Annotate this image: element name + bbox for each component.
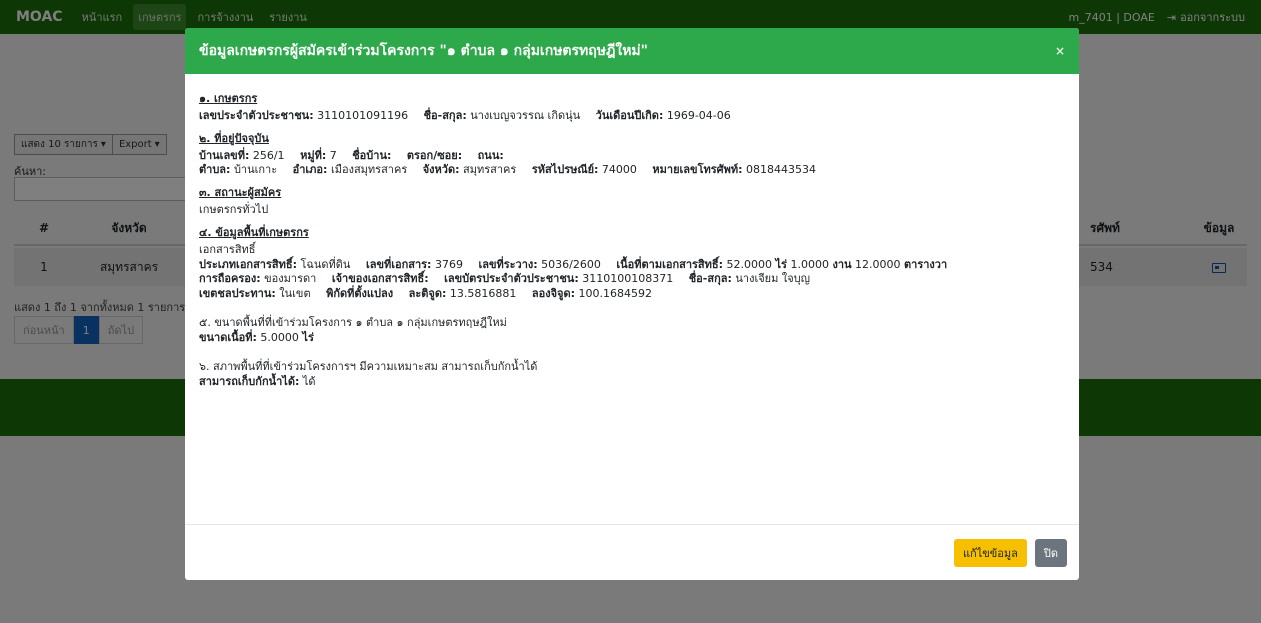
water-label: สามารถเก็บกักน้ำได้: — [199, 374, 300, 388]
size-label: ขนาดเนื้อที่: — [199, 330, 257, 344]
land-line-3: เขตชลประทาน: ในเขต พิกัดที่ตั้งแปลง ละติ… — [199, 287, 1065, 302]
irrigation-label: เขตชลประทาน: — [199, 287, 276, 301]
modal-body: ๑. เกษตรกร เลขประจำตัวประชาชน: 311010109… — [185, 74, 1079, 524]
phone-value: 0818443534 — [746, 163, 817, 177]
owner-id-value: 3110100108371 — [582, 272, 674, 286]
holding-label: การถือครอง: — [199, 272, 261, 286]
village-label: ชื่อบ้าน: — [352, 148, 392, 162]
land-line-2: การถือครอง: ของมารดา เจ้าของเอกสารสิทธิ์… — [199, 272, 1065, 287]
tambon-label: ตำบล: — [199, 163, 231, 177]
coord-label: พิกัดที่ตั้งแปลง — [326, 287, 394, 301]
section-suitability-title: ๖. สภาพพื้นที่ที่เข้าร่วมโครงการฯ มีความ… — [199, 359, 538, 373]
farmer-info-line: เลขประจำตัวประชาชน: 3110101091196 ชื่อ-ส… — [199, 109, 1065, 124]
alley-label: ตรอก/ซอย: — [406, 148, 463, 162]
name-label: ชื่อ-สกุล: — [423, 108, 467, 122]
survey-label: เลขที่ระวาง: — [478, 257, 538, 271]
holding-value: ของมารดา — [264, 272, 317, 286]
close-icon[interactable]: × — [1055, 44, 1065, 58]
lat-label: ละติจูด: — [408, 287, 447, 301]
area-ngan-value: 1.0000 — [790, 257, 829, 271]
modal-footer: แก้ไขข้อมูล ปิด — [185, 524, 1079, 580]
water-line: สามารถเก็บกักน้ำได้: ได้ — [199, 375, 1065, 390]
zip-label: รหัสไปรษณีย์: — [531, 163, 599, 177]
owner-id-label: เลขบัตรประจำตัวประชาชน: — [444, 272, 579, 286]
house-value: 256/1 — [252, 148, 285, 162]
province-value: สมุทรสาคร — [463, 163, 517, 177]
section-land-title: ๔. ข้อมูลพื้นที่เกษตรกร — [199, 225, 309, 239]
house-label: บ้านเลขที่: — [199, 148, 250, 162]
section-size-title: ๕. ขนาดพื้นที่ที่เข้าร่วมโครงการ ๑ ตำบล … — [199, 316, 507, 330]
owner-label: เจ้าของเอกสารสิทธิ์: — [331, 272, 429, 286]
doc-no-value: 3769 — [434, 257, 463, 271]
section-farmer-title: ๑. เกษตรกร — [199, 92, 258, 105]
moo-label: หมู่ที่: — [300, 148, 327, 162]
modal-title: ข้อมูลเกษตรกรผู้สมัครเข้าร่วมโครงการ "๑ … — [199, 43, 648, 59]
area-label: เนื้อที่ตามเอกสารสิทธิ์: — [616, 257, 723, 271]
lat-value: 13.5816881 — [449, 287, 517, 301]
modal-header: ข้อมูลเกษตรกรผู้สมัครเข้าร่วมโครงการ "๑ … — [185, 28, 1079, 74]
id-value: 3110101091196 — [317, 108, 409, 122]
amphoe-value: เมืองสมุทรสาคร — [330, 163, 408, 177]
survey-value: 5036/2600 — [541, 257, 601, 271]
section-address-title: ๒. ที่อยู่ปัจจุบัน — [199, 131, 269, 145]
status-value: เกษตรกรทั่วไป — [199, 203, 269, 217]
edit-button[interactable]: แก้ไขข้อมูล — [953, 538, 1027, 567]
area-wa-value: 12.0000 — [855, 257, 901, 271]
province-label: จังหวัด: — [422, 163, 460, 177]
zip-value: 74000 — [601, 163, 637, 177]
road-label: ถนน: — [477, 148, 504, 162]
size-line: ขนาดเนื้อที่: 5.0000 ไร่ — [199, 331, 1065, 346]
phone-label: หมายเลขโทรศัพท์: — [652, 163, 743, 177]
close-button[interactable]: ปิด — [1034, 538, 1067, 567]
lng-label: ลองจิจูด: — [531, 287, 576, 301]
area-rai-value: 52.0000 — [726, 257, 773, 271]
name-value: นางเบญจวรรณ เกิดนุ่น — [470, 108, 581, 122]
dob-label: วันเดือนปีเกิด: — [595, 108, 664, 122]
irrigation-value: ในเขต — [279, 287, 311, 301]
dob-value: 1969-04-06 — [666, 108, 731, 122]
ngan-unit: งาน — [832, 257, 852, 271]
owner-name-value: นางเจียม ใจบุญ — [735, 272, 811, 286]
doc-no-label: เลขที่เอกสาร: — [365, 257, 432, 271]
water-value: ได้ — [302, 374, 316, 388]
tambon-value: บ้านเกาะ — [233, 163, 278, 177]
id-label: เลขประจำตัวประชาชน: — [199, 108, 314, 122]
section-status-title: ๓. สถานะผู้สมัคร — [199, 186, 282, 200]
amphoe-label: อำเภอ: — [292, 163, 328, 177]
doc-type-label: ประเภทเอกสารสิทธิ์: — [199, 257, 297, 271]
wa-unit: ตารางวา — [904, 257, 948, 271]
rai-unit: ไร่ — [775, 257, 787, 271]
owner-name-label: ชื่อ-สกุล: — [688, 272, 732, 286]
land-line-1: ประเภทเอกสารสิทธิ์: โฉนดที่ดิน เลขที่เอก… — [199, 258, 1065, 273]
doc-type-value: โฉนดที่ดิน — [300, 257, 351, 271]
address-line-1: บ้านเลขที่: 256/1 หมู่ที่: 7 ชื่อบ้าน: ต… — [199, 149, 1065, 164]
moo-value: 7 — [329, 148, 337, 162]
size-value: 5.0000 — [260, 330, 299, 344]
ownership-type: เอกสารสิทธิ์ — [199, 242, 256, 256]
address-line-2: ตำบล: บ้านเกาะ อำเภอ: เมืองสมุทรสาคร จัง… — [199, 163, 1065, 178]
size-unit: ไร่ — [302, 330, 314, 344]
farmer-info-modal: ข้อมูลเกษตรกรผู้สมัครเข้าร่วมโครงการ "๑ … — [185, 28, 1079, 580]
lng-value: 100.1684592 — [578, 287, 653, 301]
